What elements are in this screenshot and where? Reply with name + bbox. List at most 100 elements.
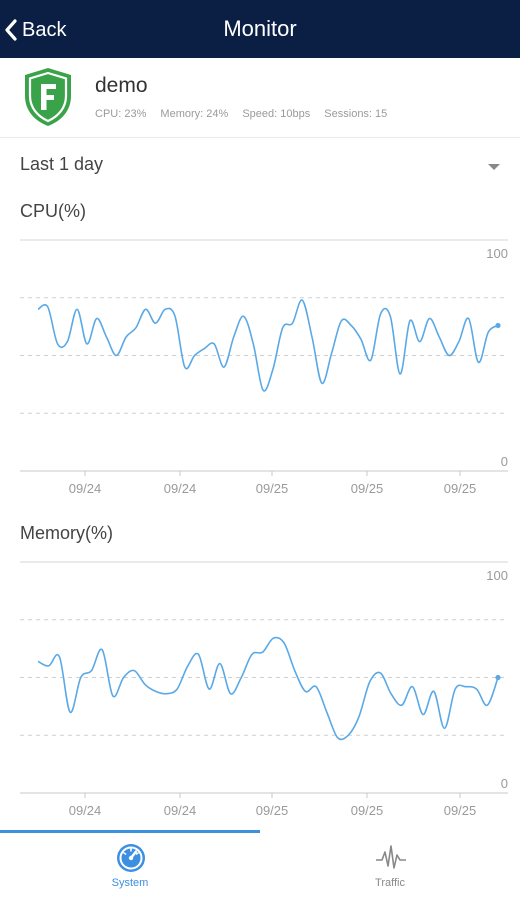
data-point (465, 686, 467, 688)
chevron-left-icon (4, 19, 18, 41)
data-point (438, 336, 440, 338)
x-tick-label: 09/25 (256, 803, 289, 818)
data-point (184, 366, 186, 368)
x-tick-label: 09/25 (444, 481, 477, 496)
data-point (145, 308, 147, 310)
y-tick-label: 0 (501, 776, 508, 791)
data-point (252, 343, 254, 345)
data-point (422, 713, 424, 715)
data-point (358, 716, 360, 718)
tab-system[interactable]: System (0, 836, 260, 900)
data-point (208, 688, 210, 690)
data-point (96, 318, 98, 320)
data-point (360, 338, 362, 340)
data-point (486, 704, 488, 706)
data-point (350, 324, 352, 326)
data-point (428, 318, 430, 320)
data-point (444, 727, 446, 729)
memory-stat: Memory: 24% (160, 108, 229, 120)
data-point (477, 361, 479, 363)
data-point (311, 336, 313, 338)
data-point (106, 336, 108, 338)
dashboard-icon (115, 842, 147, 874)
cpu-chart-title: CPU(%) (20, 201, 86, 221)
y-tick-label: 100 (486, 246, 508, 261)
data-point (487, 331, 489, 333)
data-point (115, 355, 117, 357)
data-point (176, 688, 178, 690)
data-point (112, 695, 114, 697)
waveform-icon (375, 842, 407, 874)
data-point (155, 690, 157, 692)
device-summary: demo CPU: 23% Memory: 24% Speed: 10bps S… (0, 58, 520, 138)
data-point (262, 651, 264, 653)
data-point (337, 737, 339, 739)
bottom-tab-bar: System Traffic (0, 830, 520, 900)
memory-chart-title: Memory(%) (20, 523, 113, 543)
data-point (321, 382, 323, 384)
data-point (282, 327, 284, 329)
data-point (379, 672, 381, 674)
y-tick-label: 0 (501, 454, 508, 469)
data-point (66, 341, 68, 343)
time-range-dropdown[interactable]: Last 1 day (0, 138, 520, 190)
data-point (272, 637, 274, 639)
data-point (272, 368, 274, 370)
data-point (370, 359, 372, 361)
data-point (194, 355, 196, 357)
data-point (37, 308, 39, 310)
data-point (154, 322, 156, 324)
x-tick-label: 09/24 (69, 481, 102, 496)
data-point (223, 366, 225, 368)
data-point (419, 341, 421, 343)
data-point (468, 318, 470, 320)
data-point (347, 734, 349, 736)
x-tick-label: 09/24 (164, 803, 197, 818)
back-label: Back (22, 18, 67, 41)
memory-chart: 100 0 09/24 09/24 09/25 09/25 09/25 (20, 561, 508, 818)
data-point (448, 355, 450, 357)
data-point (69, 711, 71, 713)
cpu-stat: CPU: 23% (95, 108, 147, 120)
data-point (291, 322, 293, 324)
x-tick-label: 09/25 (351, 481, 384, 496)
data-point (219, 663, 221, 665)
series-line (37, 636, 499, 741)
data-point (283, 642, 285, 644)
data-point (144, 683, 146, 685)
series-line (37, 299, 499, 392)
data-point (37, 660, 39, 662)
data-point (80, 677, 82, 679)
data-point (58, 656, 60, 658)
cpu-chart: 100 0 09/24 09/24 09/25 09/25 09/25 (20, 239, 508, 496)
x-tick-label: 09/25 (351, 803, 384, 818)
data-point (340, 320, 342, 322)
data-point (133, 670, 135, 672)
tab-system-label: System (111, 877, 149, 889)
data-point (304, 690, 306, 692)
sessions-stat: Sessions: 15 (324, 108, 388, 120)
fortinet-shield-logo-icon (22, 66, 74, 128)
data-point (331, 352, 333, 354)
data-point (243, 315, 245, 317)
x-tick-label: 09/24 (69, 803, 102, 818)
y-tick-label: 100 (486, 568, 508, 583)
data-point (187, 665, 189, 667)
nav-bar: Back Monitor (0, 0, 520, 58)
data-point (301, 299, 303, 301)
data-point (390, 693, 392, 695)
caret-down-icon (488, 164, 500, 170)
back-button[interactable]: Back (4, 14, 66, 46)
data-point (240, 677, 242, 679)
data-point (101, 649, 103, 651)
device-name: demo (95, 74, 148, 97)
tab-traffic-label: Traffic (375, 877, 405, 889)
x-tick-label: 09/25 (444, 803, 477, 818)
data-point (433, 690, 435, 692)
data-point (164, 308, 166, 310)
active-tab-indicator (0, 830, 260, 833)
device-stats: CPU: 23% Memory: 24% Speed: 10bps Sessio… (95, 108, 398, 120)
data-point (197, 653, 199, 655)
tab-traffic[interactable]: Traffic (260, 836, 520, 900)
data-point (76, 308, 78, 310)
